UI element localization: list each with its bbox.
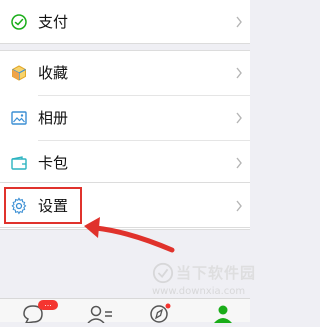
bottom-tab-bar: ... xyxy=(0,298,250,324)
wallet-pay-icon xyxy=(11,14,27,30)
tab-discover[interactable] xyxy=(146,302,176,323)
watermark-title: 当下软件园 xyxy=(176,264,257,282)
menu-item-cards-label: 卡包 xyxy=(38,154,69,172)
menu-item-favorites-label: 收藏 xyxy=(38,64,69,82)
card-wallet-icon xyxy=(11,156,27,170)
menu-item-pay[interactable]: 支付 xyxy=(0,0,250,44)
chats-badge: ... xyxy=(38,300,58,310)
site-watermark: 当下软件园 www.downxia.com xyxy=(148,262,255,302)
menu-item-favorites[interactable]: 收藏 xyxy=(0,51,250,95)
chevron-right-icon xyxy=(236,67,242,79)
person-icon xyxy=(214,305,232,323)
watermark-url: www.downxia.com xyxy=(152,286,246,297)
chevron-right-icon xyxy=(236,200,242,212)
menu-group-settings: 设置 xyxy=(0,182,250,228)
contacts-icon xyxy=(87,305,112,324)
compass-icon xyxy=(150,303,171,323)
me-page-screen: 支付 收藏 相册 卡包 设置 当下软件园 www.downxia.com ... xyxy=(0,0,255,324)
menu-item-settings-label: 设置 xyxy=(38,197,69,215)
gear-icon xyxy=(11,197,27,215)
chevron-right-icon xyxy=(236,16,242,28)
menu-item-pay-label: 支付 xyxy=(38,13,69,31)
tab-contacts[interactable] xyxy=(86,302,116,324)
watermark-logo-icon xyxy=(152,262,174,284)
chevron-right-icon xyxy=(236,157,242,169)
menu-group-pay: 支付 xyxy=(0,0,250,44)
tab-chats[interactable]: ... xyxy=(22,300,58,324)
menu-item-cards[interactable]: 卡包 xyxy=(0,141,250,185)
menu-item-album-label: 相册 xyxy=(38,109,69,127)
menu-item-settings[interactable]: 设置 xyxy=(0,184,250,228)
tab-me[interactable] xyxy=(210,302,240,323)
favorites-cube-icon xyxy=(12,65,26,81)
chevron-right-icon xyxy=(236,112,242,124)
album-image-icon xyxy=(11,111,27,125)
menu-item-album[interactable]: 相册 xyxy=(0,96,250,140)
